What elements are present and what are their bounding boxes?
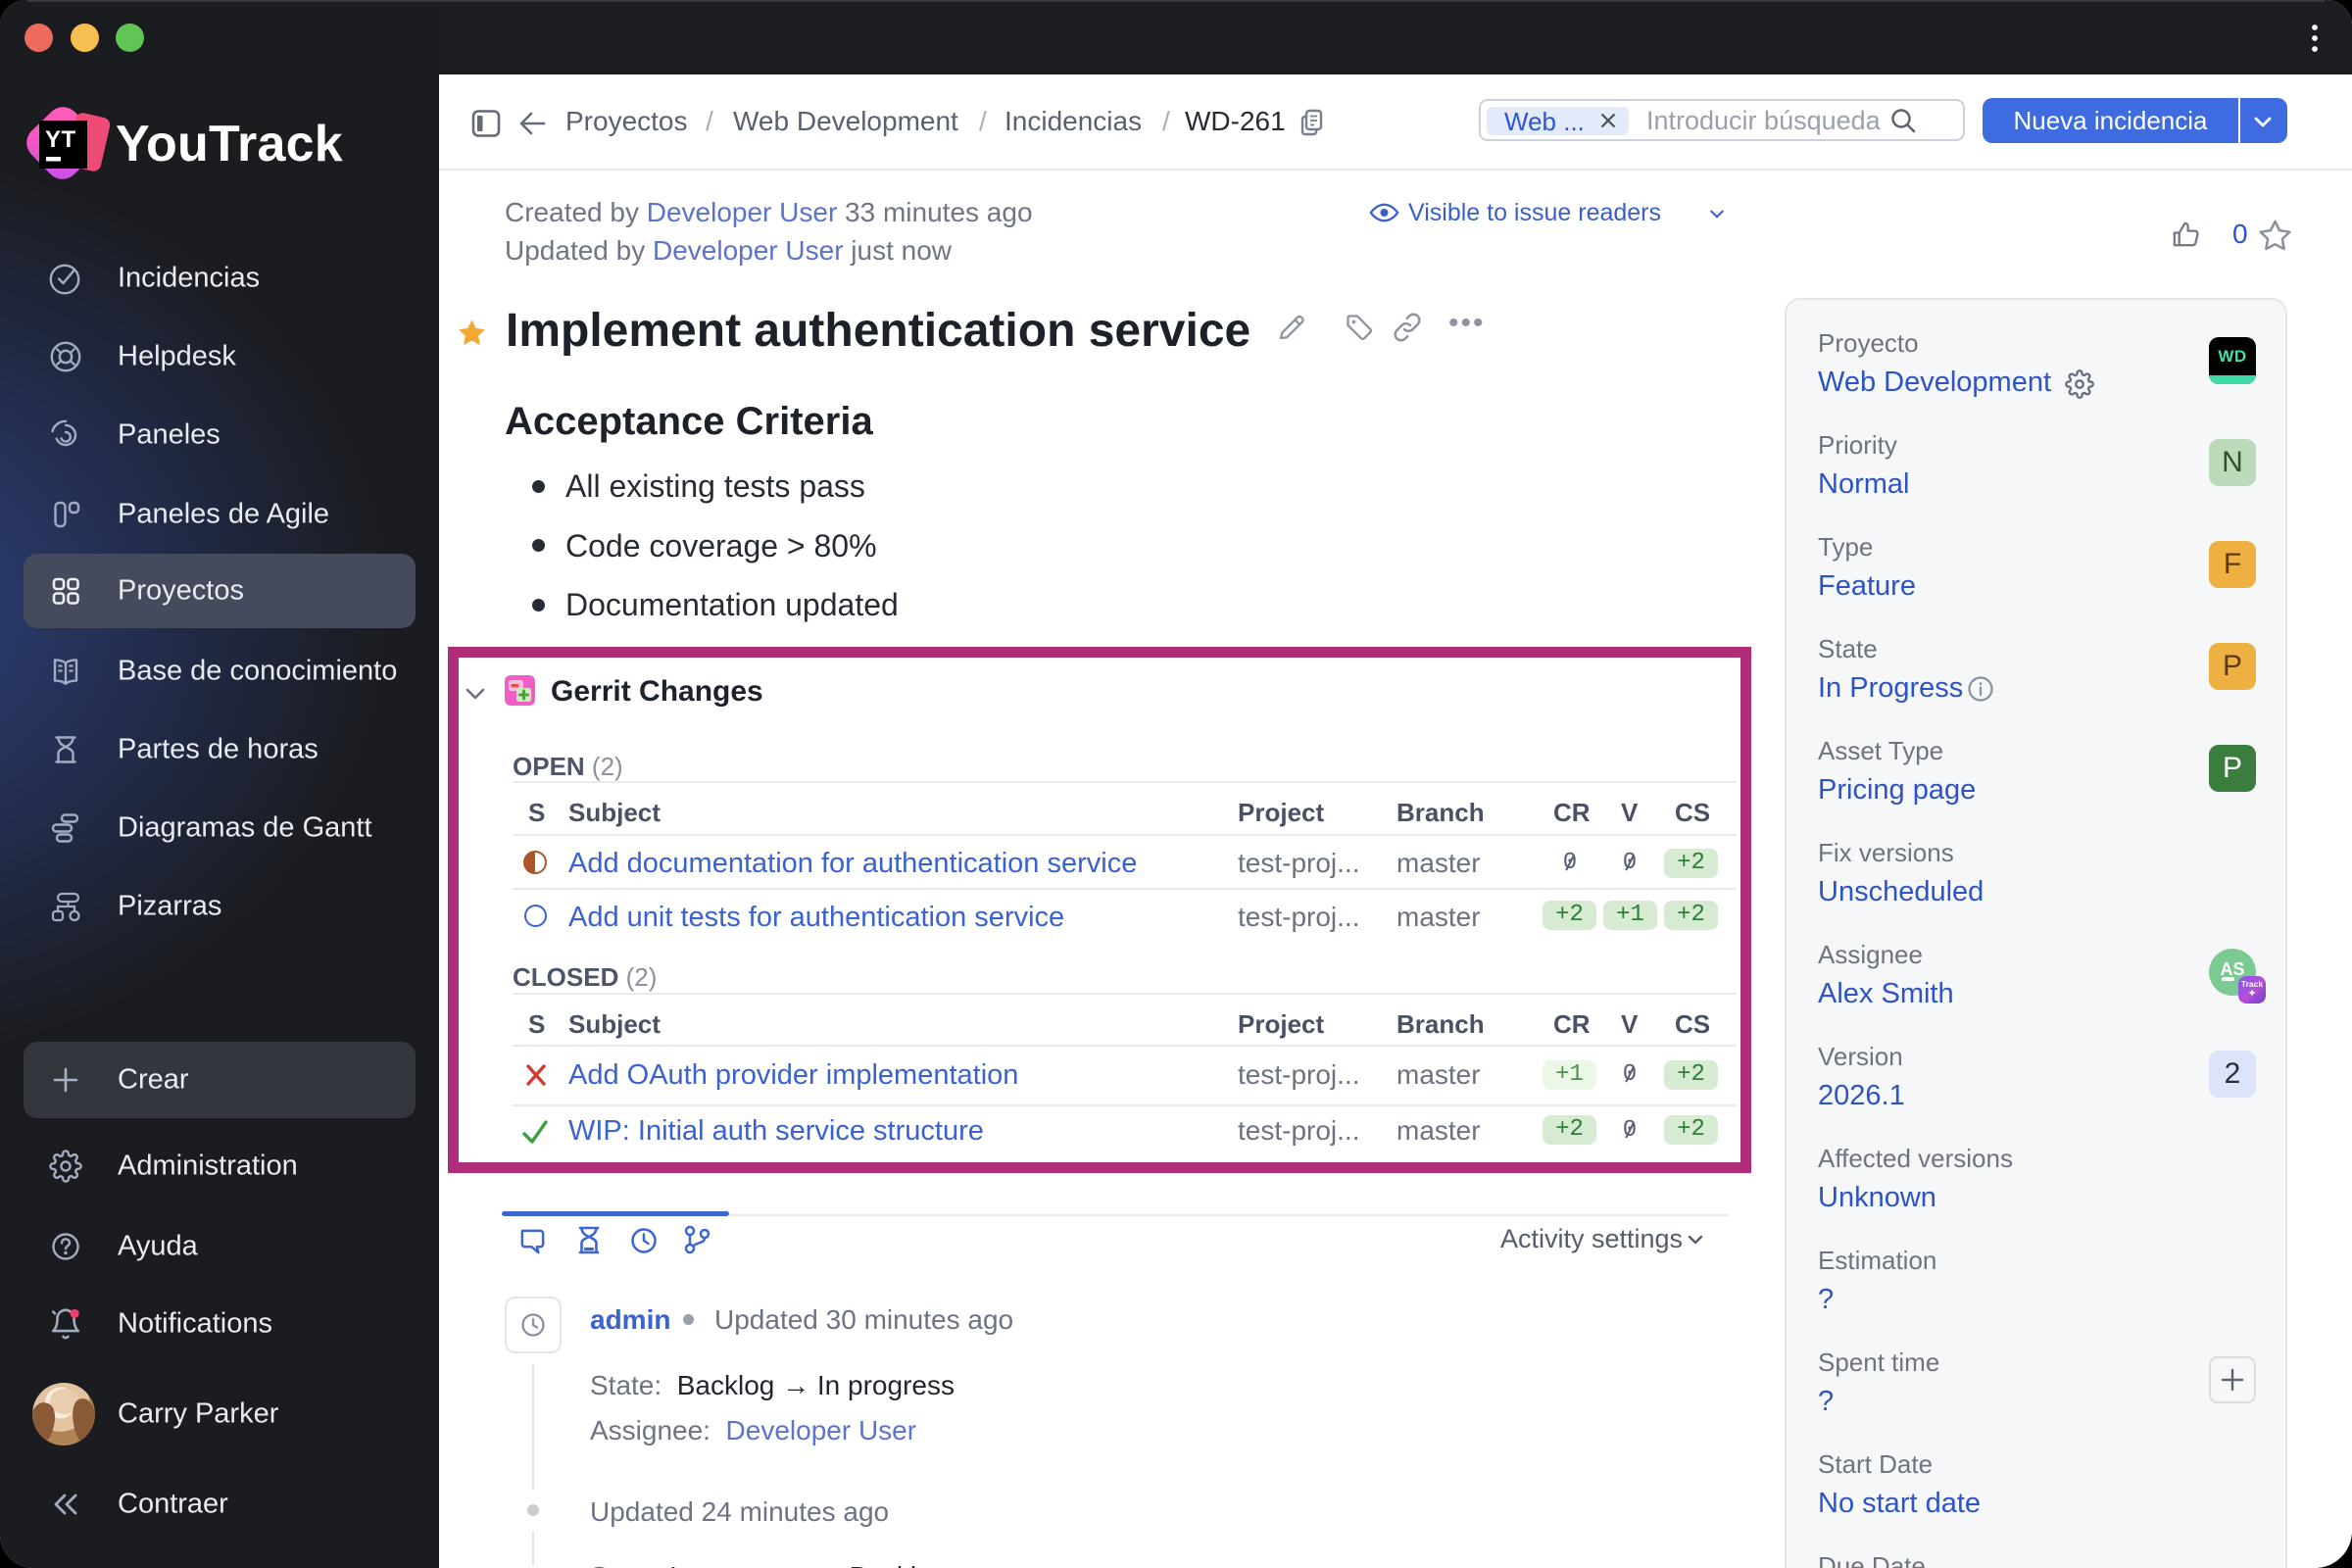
svg-text:YT: YT <box>45 126 76 153</box>
